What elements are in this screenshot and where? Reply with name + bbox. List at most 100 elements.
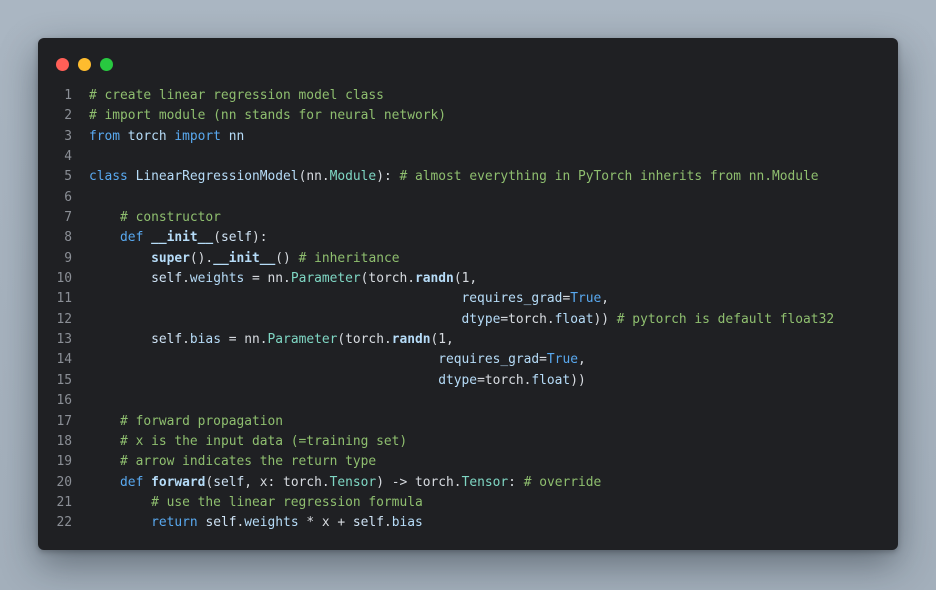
code-text: # constructor — [89, 210, 221, 225]
code-token: self — [220, 230, 253, 246]
code-line: 2 # import module (nn stands for neural n… — [38, 106, 898, 126]
code-token: Module — [329, 169, 377, 185]
line-number: 11 — [56, 291, 72, 307]
code-token: ): — [252, 230, 268, 246]
code-text: # use the linear regression formula — [89, 495, 423, 510]
code-token: weights — [189, 271, 245, 287]
code-token: )) — [570, 372, 586, 388]
code-text: def forward(self, x: torch.Tensor) -> to… — [89, 475, 601, 490]
code-text: # arrow indicates the return type — [89, 454, 376, 469]
code-text: requires_grad=True, — [89, 291, 609, 306]
code-line: 5 class LinearRegressionModel(nn.Module):… — [38, 167, 898, 187]
code-token: requires_grad — [461, 291, 563, 307]
code-token: float — [531, 372, 571, 388]
line-number: 22 — [56, 515, 72, 531]
code-token: LinearRegressionModel — [127, 169, 299, 185]
maximize-button[interactable] — [100, 58, 113, 71]
code-window: 1 # create linear regression model class 2… — [38, 38, 898, 550]
line-number: 6 — [64, 189, 72, 205]
code-token: =torch. — [477, 372, 532, 388]
code-text: dtype=torch.float)) # pytorch is default… — [89, 311, 835, 327]
line-number: 15 — [56, 372, 72, 388]
code-token: Tensor — [329, 474, 377, 490]
code-line: 8 def __init__(self): — [38, 228, 898, 248]
minimize-button[interactable] — [78, 58, 91, 71]
line-number: 4 — [64, 149, 72, 165]
line-number: 18 — [56, 433, 72, 449]
code-token: , — [601, 291, 610, 307]
code-token: # x is the input data (=training set) — [120, 433, 408, 449]
line-number: 12 — [56, 311, 72, 327]
line-number: 2 — [64, 108, 72, 124]
close-button[interactable] — [56, 58, 69, 71]
code-text: self.weights = nn.Parameter(torch.randn(… — [89, 271, 477, 286]
code-token: (). — [189, 250, 214, 266]
code-token: . — [182, 332, 190, 348]
code-line: 10 self.weights = nn.Parameter(torch.ran… — [38, 269, 898, 289]
code-line: 7 # constructor — [38, 208, 898, 228]
line-number: 21 — [56, 494, 72, 510]
line-number: 19 — [56, 454, 72, 470]
code-token: # inheritance — [298, 250, 400, 266]
line-number: 10 — [56, 271, 72, 287]
code-token: # forward propagation — [120, 413, 284, 429]
code-line: 17 # forward propagation — [38, 412, 898, 432]
code-token: Parameter — [267, 332, 338, 348]
code-token: __init__ — [143, 230, 214, 246]
code-block: 1 # create linear regression model class 2… — [38, 86, 898, 534]
code-line: 12 dtype=torch.float)) # pytorch is defa… — [38, 310, 898, 330]
code-line: 11 requires_grad=True, — [38, 289, 898, 309]
code-token: dtype — [461, 311, 501, 327]
code-token: Tensor — [461, 474, 509, 490]
code-line: 3 from torch import nn — [38, 127, 898, 147]
code-token: class — [89, 169, 128, 185]
code-line: 20 def forward(self, x: torch.Tensor) ->… — [38, 473, 898, 493]
code-token: # almost everything in PyTorch inherits … — [399, 169, 819, 185]
code-token: float — [554, 311, 594, 327]
code-token: True — [546, 352, 578, 368]
code-token: = — [539, 352, 547, 368]
code-token: (1, — [430, 332, 454, 348]
code-token: randn — [391, 332, 431, 348]
code-text: from torch import nn — [89, 129, 244, 144]
line-number: 1 — [64, 88, 72, 103]
code-token: self — [151, 332, 183, 348]
code-token: self — [213, 474, 245, 490]
code-token: def — [120, 230, 144, 246]
code-token: ) -> torch. — [376, 474, 462, 490]
code-token: ( — [213, 230, 221, 246]
code-token: , — [577, 352, 586, 368]
code-token: () — [275, 250, 299, 266]
code-token: . — [383, 515, 392, 531]
code-line: 9 super().__init__() # inheritance — [38, 249, 898, 269]
code-token: self — [352, 515, 384, 531]
code-text: # create linear regression model class — [89, 88, 384, 103]
code-text: dtype=torch.float)) — [89, 372, 586, 388]
line-number: 13 — [56, 332, 72, 348]
code-token: nn — [220, 128, 245, 144]
code-token: : — [508, 474, 524, 490]
code-text: # x is the input data (=training set) — [89, 434, 407, 449]
code-line: 22 return self.weights * x + self.bias — [38, 513, 898, 533]
code-text: class LinearRegressionModel(nn.Module): … — [89, 169, 819, 184]
code-token: from — [89, 128, 121, 144]
code-token: Parameter — [290, 271, 361, 287]
code-token: =torch. — [500, 311, 555, 327]
code-token: __init__ — [213, 250, 276, 266]
code-token: (1, — [453, 271, 478, 287]
code-token: = nn. — [220, 332, 268, 348]
code-token: import — [174, 128, 221, 144]
code-line: 13 self.bias = nn.Parameter(torch.randn(… — [38, 330, 898, 350]
code-token: weights — [244, 515, 299, 531]
code-token: requires_grad — [438, 352, 540, 368]
line-number: 17 — [56, 413, 72, 429]
